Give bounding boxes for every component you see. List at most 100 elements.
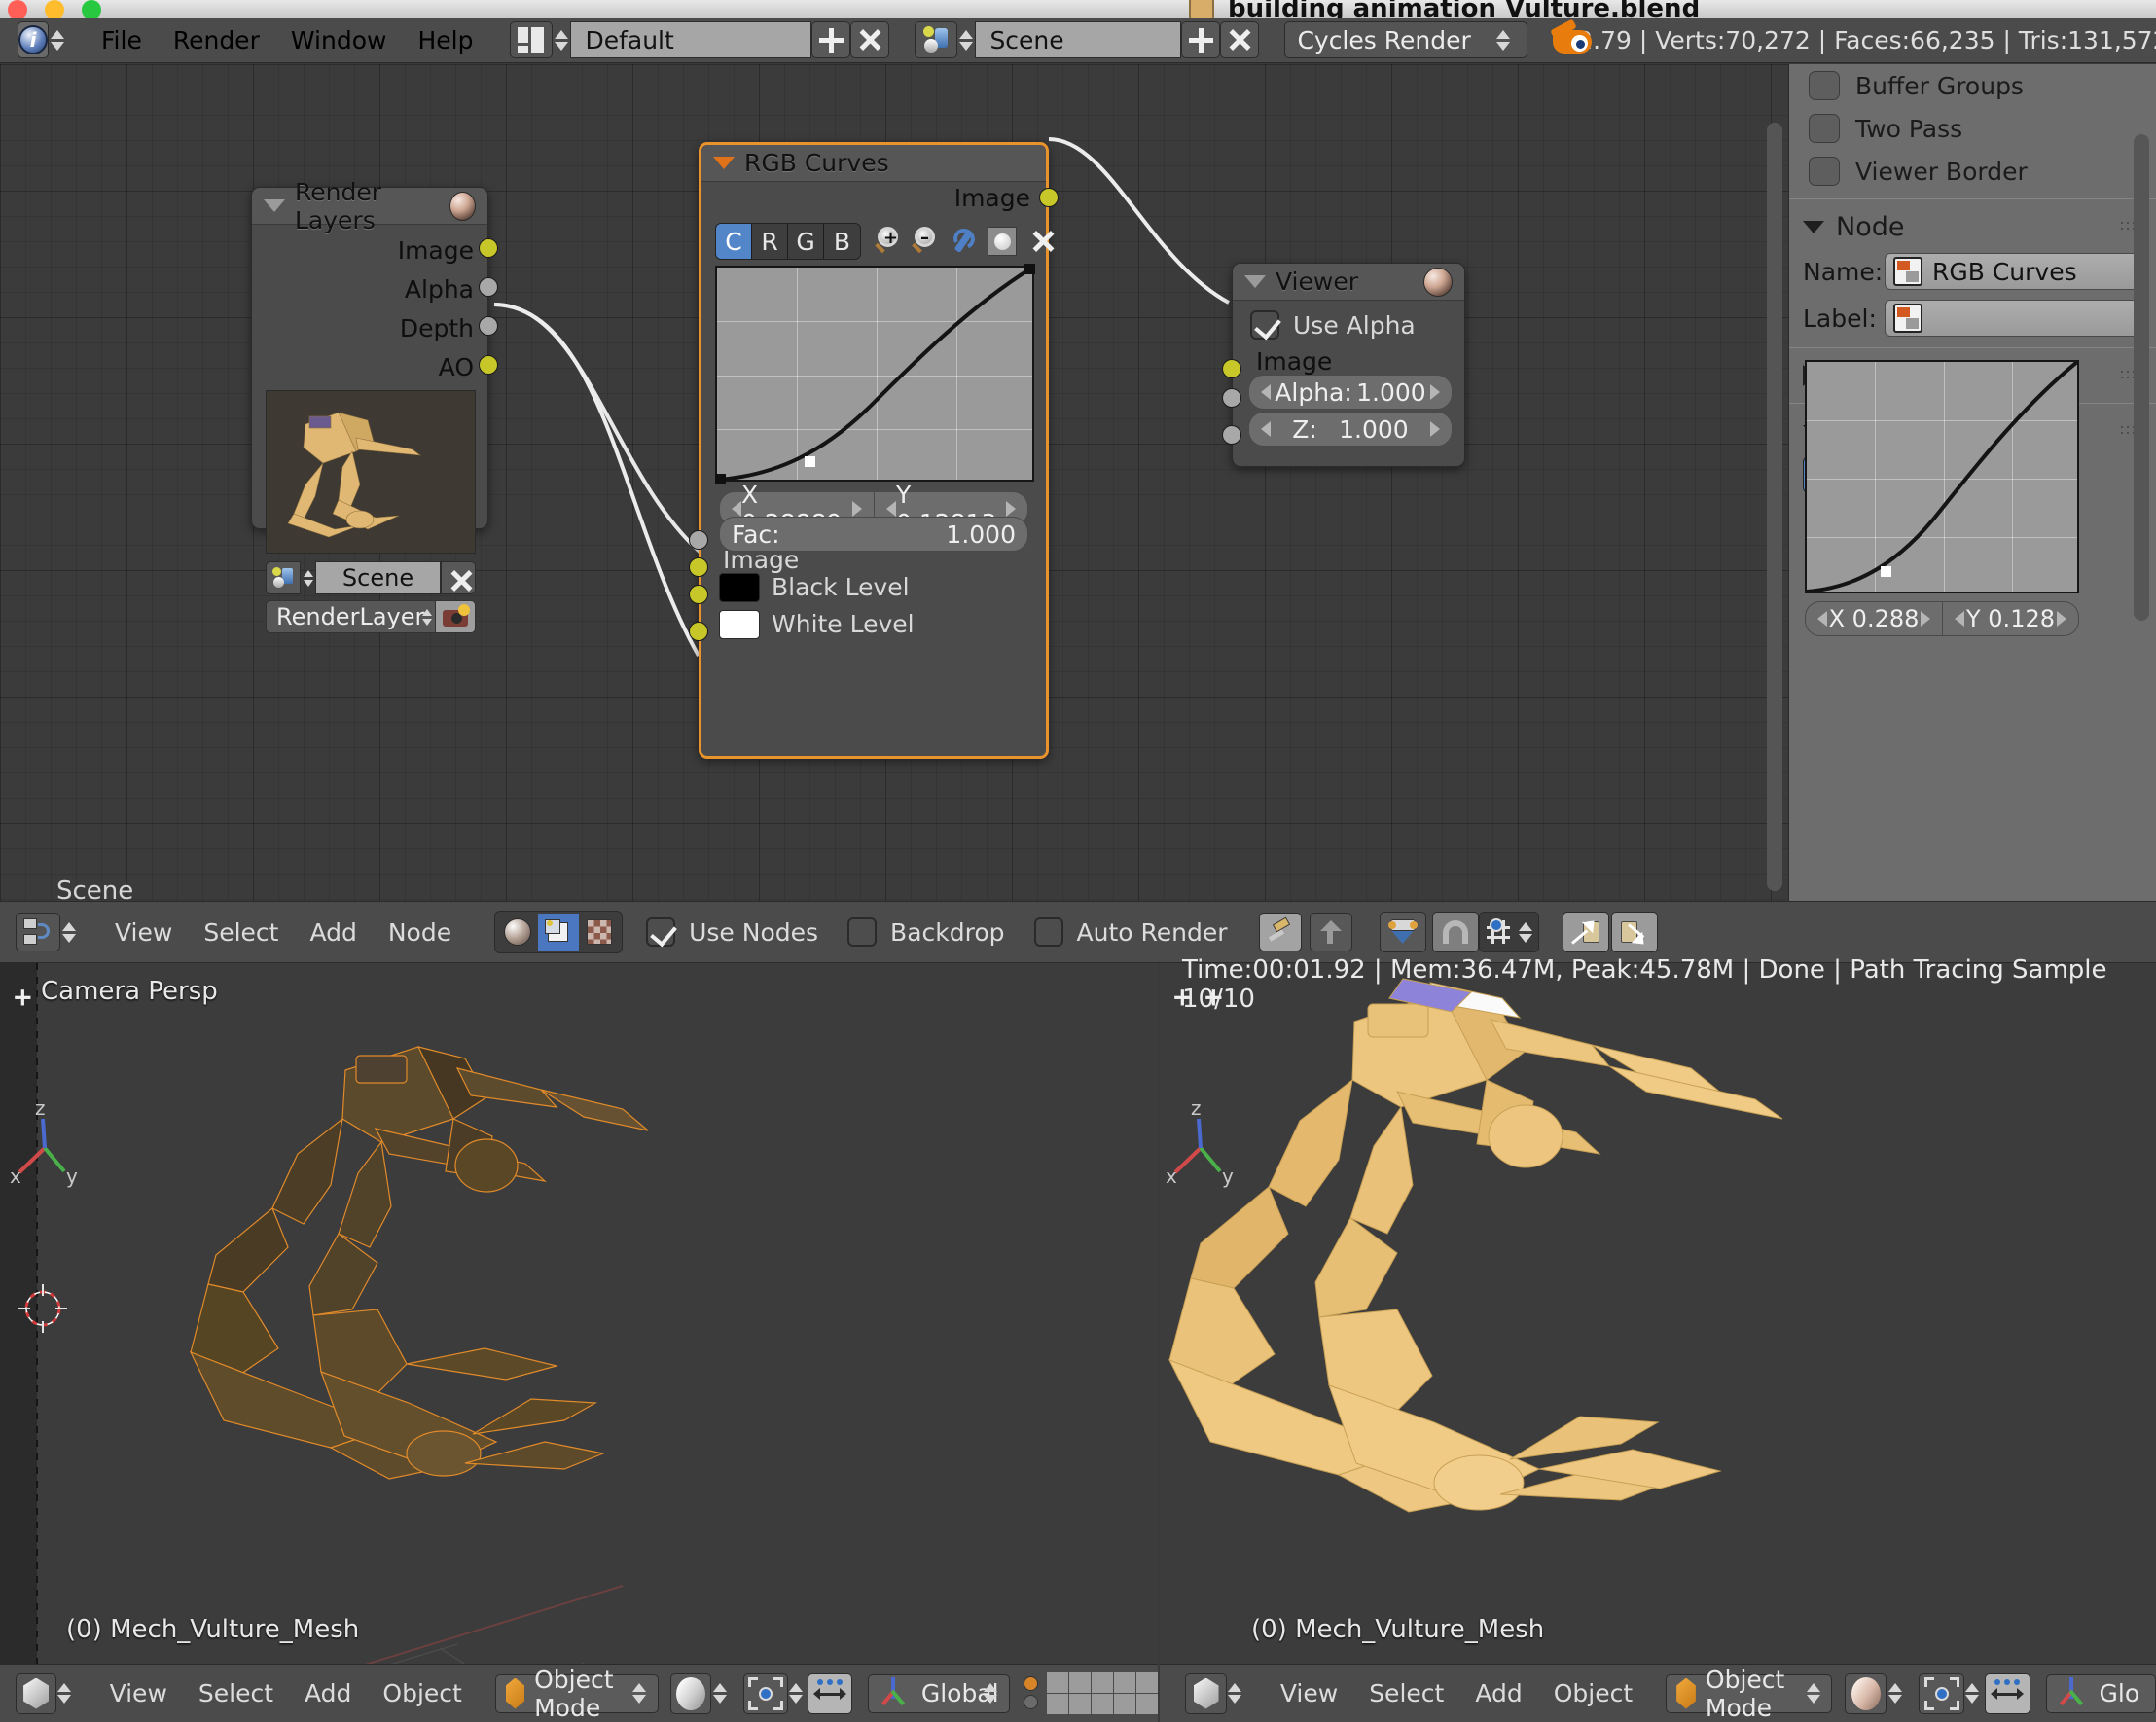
snap-magnet-icon[interactable]	[1431, 912, 1479, 952]
node-properties-sidebar[interactable]: Buffer Groups Two Pass Viewer Border Nod…	[1788, 64, 2156, 926]
use-alpha-checkbox[interactable]	[1250, 310, 1279, 340]
node-menu-add[interactable]: Add	[294, 918, 372, 947]
sidebar-curve-point-x-field[interactable]: X 0.288	[1805, 601, 1943, 636]
viewport-left-menu-view[interactable]: View	[94, 1679, 183, 1707]
collapse-triangle-icon[interactable]	[713, 157, 735, 169]
viewport-3d-right[interactable]: x y z (0) Mech_Vulture_Mesh	[1160, 963, 2156, 1664]
add-scene-button[interactable]	[1181, 21, 1221, 58]
decrease-x-arrow[interactable]	[732, 501, 741, 517]
delete-scene-button[interactable]	[1220, 21, 1260, 58]
checkbox-row-two-pass[interactable]: Two Pass	[1789, 107, 2156, 150]
editor-type-info-icon[interactable]: i	[18, 21, 49, 58]
viewer-border-checkbox[interactable]	[1809, 157, 1840, 186]
sidebar-scrollbar[interactable]	[2134, 134, 2149, 621]
transform-orientation-dropdown[interactable]: Glo	[2045, 1673, 2156, 1713]
decrease-y-arrow[interactable]	[1955, 611, 1964, 627]
decrease-z-arrow[interactable]	[1261, 421, 1271, 437]
editor-type-stepper[interactable]	[1227, 1683, 1243, 1704]
scene-stepper-node[interactable]	[301, 569, 315, 587]
socket-image-out[interactable]	[479, 238, 498, 258]
decrease-alpha-arrow[interactable]	[1261, 384, 1271, 400]
clipping-options-icon[interactable]	[988, 227, 1017, 256]
node-rgb-curves[interactable]: RGB Curves Image C R G B + – X Y Fac: 1.…	[689, 142, 1059, 759]
paste-from-clipboard-icon[interactable]	[1610, 912, 1658, 952]
node-label-input[interactable]	[1885, 300, 2142, 337]
viewport-left-expand-plus-icon[interactable]	[8, 983, 31, 1006]
auto-render-checkbox[interactable]	[1033, 917, 1063, 947]
field-row-node-name[interactable]: Name: RGB Curves	[1789, 248, 2156, 295]
node-viewer[interactable]: Viewer Use Alpha Image Alpha: 1.000 Z: 1…	[1222, 263, 1465, 467]
menu-help[interactable]: Help	[402, 26, 488, 54]
socket-image-out[interactable]	[1039, 188, 1059, 207]
node-scene-field[interactable]: Scene	[315, 561, 441, 594]
compositing-nodes-button[interactable]	[538, 914, 580, 951]
viewport-left-menu-select[interactable]: Select	[183, 1679, 289, 1707]
increase-x-arrow[interactable]	[852, 501, 862, 517]
curve-control-point-origin[interactable]	[715, 474, 726, 484]
increase-alpha-arrow[interactable]	[1429, 384, 1440, 400]
delete-point-icon[interactable]	[1028, 227, 1058, 256]
window-minimize-button[interactable]	[45, 0, 64, 19]
curve-channel-tabs[interactable]: C R G B	[715, 223, 861, 260]
editor-type-3dview-icon[interactable]	[1185, 1672, 1228, 1714]
channel-tab-b[interactable]: B	[824, 224, 860, 259]
white-level-swatch[interactable]	[719, 610, 760, 639]
pivot-point-dropdown[interactable]	[1919, 1672, 1964, 1714]
node-editor-canvas[interactable]: Render Layers Image Alpha Depth AO Scene…	[0, 64, 1788, 926]
snap-element-dropdown[interactable]	[1478, 912, 1539, 952]
screen-layout-field[interactable]: Default	[570, 21, 812, 58]
increase-z-arrow[interactable]	[1429, 421, 1440, 437]
buffer-groups-checkbox[interactable]	[1809, 71, 1840, 100]
curve-control-point[interactable]	[805, 456, 815, 467]
curve-control-point-end[interactable]	[1024, 264, 1035, 274]
collapse-triangle-icon[interactable]	[264, 199, 285, 212]
editor-type-stepper[interactable]	[60, 921, 78, 943]
layer-selector[interactable]	[1020, 1672, 1158, 1714]
editor-type-3dview-icon[interactable]	[16, 1672, 57, 1714]
increase-x-arrow[interactable]	[1921, 611, 1930, 627]
viewport-shading-stepper[interactable]	[711, 1683, 727, 1704]
increase-y-arrow[interactable]	[1006, 501, 1016, 517]
socket-black-level-in[interactable]	[689, 585, 708, 604]
window-close-button[interactable]	[8, 0, 27, 19]
sidebar-curve-point-y-field[interactable]: Y 0.128	[1943, 601, 2079, 636]
pin-icon[interactable]	[1258, 913, 1302, 951]
editor-type-stepper[interactable]	[51, 29, 64, 51]
channel-tab-r[interactable]: R	[752, 224, 788, 259]
manipulator-toggle[interactable]	[808, 1672, 852, 1714]
viewport-right-menu-add[interactable]: Add	[1459, 1679, 1537, 1707]
viewport-shading-stepper[interactable]	[1886, 1683, 1903, 1704]
use-nodes-checkbox[interactable]	[646, 917, 676, 947]
render-layer-dropdown[interactable]: RenderLayer	[266, 600, 445, 633]
scene-stepper[interactable]	[957, 29, 975, 51]
node-menu-select[interactable]: Select	[188, 918, 294, 947]
pivot-point-stepper[interactable]	[788, 1683, 804, 1704]
socket-image-in[interactable]	[689, 557, 708, 577]
scene-name-field[interactable]: Scene	[975, 21, 1182, 58]
node-header[interactable]: RGB Curves	[701, 145, 1046, 182]
render-layer-stepper[interactable]	[419, 608, 435, 626]
menu-window[interactable]: Window	[275, 26, 403, 54]
socket-alpha-in[interactable]	[1222, 388, 1241, 408]
node-render-layers[interactable]: Render Layers Image Alpha Depth AO Scene…	[251, 178, 498, 633]
transform-orientation-stepper[interactable]	[983, 1683, 998, 1704]
socket-fac-in[interactable]	[689, 530, 708, 550]
scene-browse-icon[interactable]	[915, 21, 958, 58]
manipulator-toggle[interactable]	[1984, 1672, 2030, 1714]
viewport-right-menu-view[interactable]: View	[1265, 1679, 1353, 1707]
viewport-right-menu-select[interactable]: Select	[1353, 1679, 1459, 1707]
viewport-3d-left[interactable]: x y z Camera Persp (0) Mech_Vulture_Mesh	[0, 963, 1158, 1664]
checkbox-row-viewer-border[interactable]: Viewer Border	[1789, 150, 2156, 193]
socket-alpha-out[interactable]	[479, 277, 498, 297]
zoom-out-icon[interactable]: –	[912, 227, 941, 256]
viewport-shading-dropdown[interactable]	[670, 1672, 712, 1714]
increase-y-arrow[interactable]	[2057, 611, 2066, 627]
node-header[interactable]: Render Layers	[252, 178, 487, 234]
render-engine-dropdown[interactable]: Cycles Render	[1284, 21, 1528, 58]
texture-nodes-button[interactable]	[579, 914, 620, 951]
menu-file[interactable]: File	[86, 26, 158, 54]
socket-depth-out[interactable]	[479, 316, 498, 336]
sidebar-curve-widget[interactable]	[1805, 360, 2079, 593]
curve-widget[interactable]	[715, 264, 1035, 484]
viewport-left-menu-object[interactable]: Object	[367, 1679, 477, 1707]
